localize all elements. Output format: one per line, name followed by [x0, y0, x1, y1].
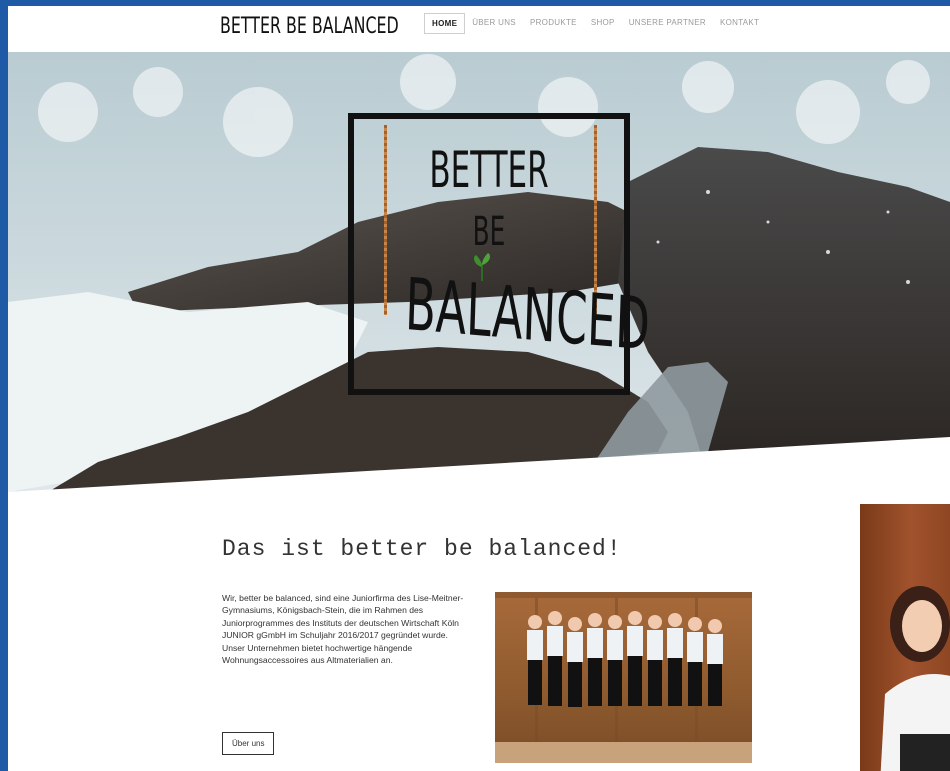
nav-unsere-partner[interactable]: UNSERE PARTNER: [622, 13, 713, 34]
intro-text: Wir, better be balanced, sind eine Junio…: [222, 592, 472, 666]
portrait-illustration: [880, 586, 950, 771]
site-logo[interactable]: BETTER BE BALANCED: [220, 14, 399, 39]
hero-logo-line-balanced: BALANCED: [404, 261, 652, 367]
hero-logo-line-be: BE: [472, 209, 506, 255]
intro-paragraph-2: Unser Unternehmen bietet hochwertige hän…: [222, 642, 413, 666]
nav-home[interactable]: HOME: [424, 13, 466, 34]
nav-ueber-uns[interactable]: ÜBER UNS: [465, 13, 523, 34]
main-nav: HOME ÜBER UNS PRODUKTE SHOP UNSERE PARTN…: [424, 13, 766, 34]
nav-produkte[interactable]: PRODUKTE: [523, 13, 584, 34]
browser-page: BETTER BE BALANCED HOME ÜBER UNS PRODUKT…: [8, 6, 950, 771]
nav-kontakt[interactable]: KONTAKT: [713, 13, 766, 34]
team-photo-illustration: [495, 592, 752, 763]
team-photo: [495, 592, 752, 763]
portrait-photo: [860, 504, 950, 771]
left-rope: [384, 125, 387, 315]
hero-banner: BETTER BE BALANCED: [8, 52, 950, 502]
site-header: BETTER BE BALANCED HOME ÜBER UNS PRODUKT…: [8, 6, 950, 52]
about-us-button[interactable]: Über uns: [222, 732, 275, 755]
hero-logo-frame: BETTER BE BALANCED: [348, 113, 652, 395]
intro-paragraph-1: Wir, better be balanced, sind eine Junio…: [222, 593, 464, 641]
nav-shop[interactable]: SHOP: [584, 13, 622, 34]
page-headline: Das ist better be balanced!: [222, 536, 622, 562]
hero-logo-line-better: BETTER: [429, 141, 549, 199]
